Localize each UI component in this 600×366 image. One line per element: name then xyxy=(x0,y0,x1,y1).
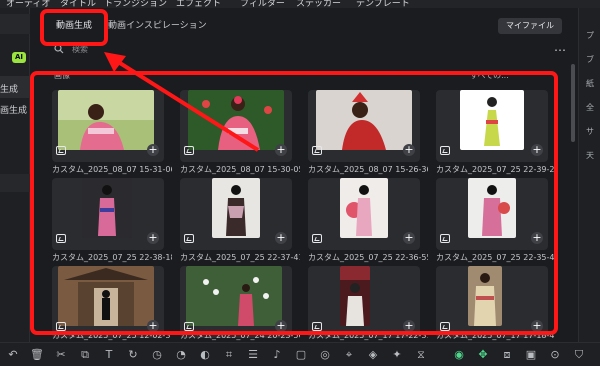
caption-icon[interactable]: ⊙ xyxy=(548,348,562,362)
top-menu-bar: オーディオ タイトル トランジション エフェクト フィルター ステッカー テンプ… xyxy=(0,0,600,8)
right-panel-label: 全 xyxy=(586,103,594,112)
keyframe-icon[interactable]: ◈ xyxy=(366,348,380,362)
more-options-button[interactable]: … xyxy=(554,40,566,54)
tab-video-inspiration[interactable]: 動画インスピレーション xyxy=(108,18,207,31)
undo-icon[interactable]: ↶ xyxy=(6,348,20,362)
color-icon[interactable]: ◐ xyxy=(198,348,212,362)
right-panel-label: 天 xyxy=(586,151,594,160)
menu-item-template[interactable]: テンプレート xyxy=(356,0,410,8)
left-sidebar: AI 生成 画生成 xyxy=(0,8,30,342)
audio-icon[interactable]: ♪ xyxy=(270,348,284,362)
timer-icon[interactable]: ◷ xyxy=(150,348,164,362)
rotate-icon[interactable]: ↻ xyxy=(126,348,140,362)
music-icon[interactable]: ▢ xyxy=(294,348,308,362)
timeline-toolbar: ↶ 🗑 ✂ ⧉ T ↻ ◷ ◔ ◐ ⌗ ☰ ♪ ▢ ◎ ⌖ ◈ ✦ ⧖ ◉ ✥ … xyxy=(0,342,600,366)
motion-icon[interactable]: ⧖ xyxy=(414,348,428,362)
right-panel-label: 紙 xyxy=(586,79,594,88)
ai-badge: AI xyxy=(12,52,26,63)
trash-icon[interactable]: 🗑 xyxy=(30,348,44,362)
marker-icon[interactable]: ⧈ xyxy=(500,348,514,362)
right-panel-label: サ xyxy=(586,127,594,136)
right-panel-label: プ xyxy=(586,31,594,40)
sidebar-item-top[interactable] xyxy=(0,14,30,34)
crop-icon[interactable]: ⌗ xyxy=(222,348,236,362)
stabilize-icon[interactable]: ⌖ xyxy=(342,348,356,362)
right-panel-strip: プ ブ 紙 全 サ 天 xyxy=(578,8,600,342)
speed-icon[interactable]: ◔ xyxy=(174,348,188,362)
text-icon[interactable]: T xyxy=(102,348,116,362)
split-icon[interactable]: ⧉ xyxy=(78,348,92,362)
right-panel-label: ブ xyxy=(586,55,594,64)
sidebar-item-label: 画生成 xyxy=(0,106,28,116)
sidebar-item-label: 生成 xyxy=(0,85,19,95)
my-files-button[interactable]: マイファイル xyxy=(498,18,562,34)
menu-item-effect[interactable]: エフェクト xyxy=(176,0,221,8)
zoom-icon[interactable]: ✥ xyxy=(476,348,490,362)
mask-icon[interactable]: ◎ xyxy=(318,348,332,362)
sidebar-item-generate[interactable]: 生成 xyxy=(0,76,30,98)
grid-scrollbar[interactable] xyxy=(571,64,575,142)
record-icon[interactable]: ◉ xyxy=(452,348,466,362)
scissors-icon[interactable]: ✂ xyxy=(54,348,68,362)
ai-icon[interactable]: ✦ xyxy=(390,348,404,362)
menu-item-title[interactable]: タイトル xyxy=(60,0,96,8)
menu-item-sticker[interactable]: ステッカー xyxy=(296,0,341,8)
shield-icon[interactable]: ⛉ xyxy=(572,348,586,362)
adjust-icon[interactable]: ☰ xyxy=(246,348,260,362)
sidebar-item-image-gen[interactable]: 画生成 xyxy=(0,100,30,122)
menu-item-transition[interactable]: トランジション xyxy=(104,0,167,8)
annotation-highlight-grid xyxy=(30,71,558,335)
sidebar-item-other[interactable] xyxy=(0,174,30,192)
annotation-highlight-tab xyxy=(40,9,108,46)
scene-icon[interactable]: ▣ xyxy=(524,348,538,362)
search-bar[interactable]: 検索 … xyxy=(50,40,566,58)
menu-item-audio[interactable]: オーディオ xyxy=(6,0,50,8)
menu-item-filter[interactable]: フィルター xyxy=(240,0,285,8)
